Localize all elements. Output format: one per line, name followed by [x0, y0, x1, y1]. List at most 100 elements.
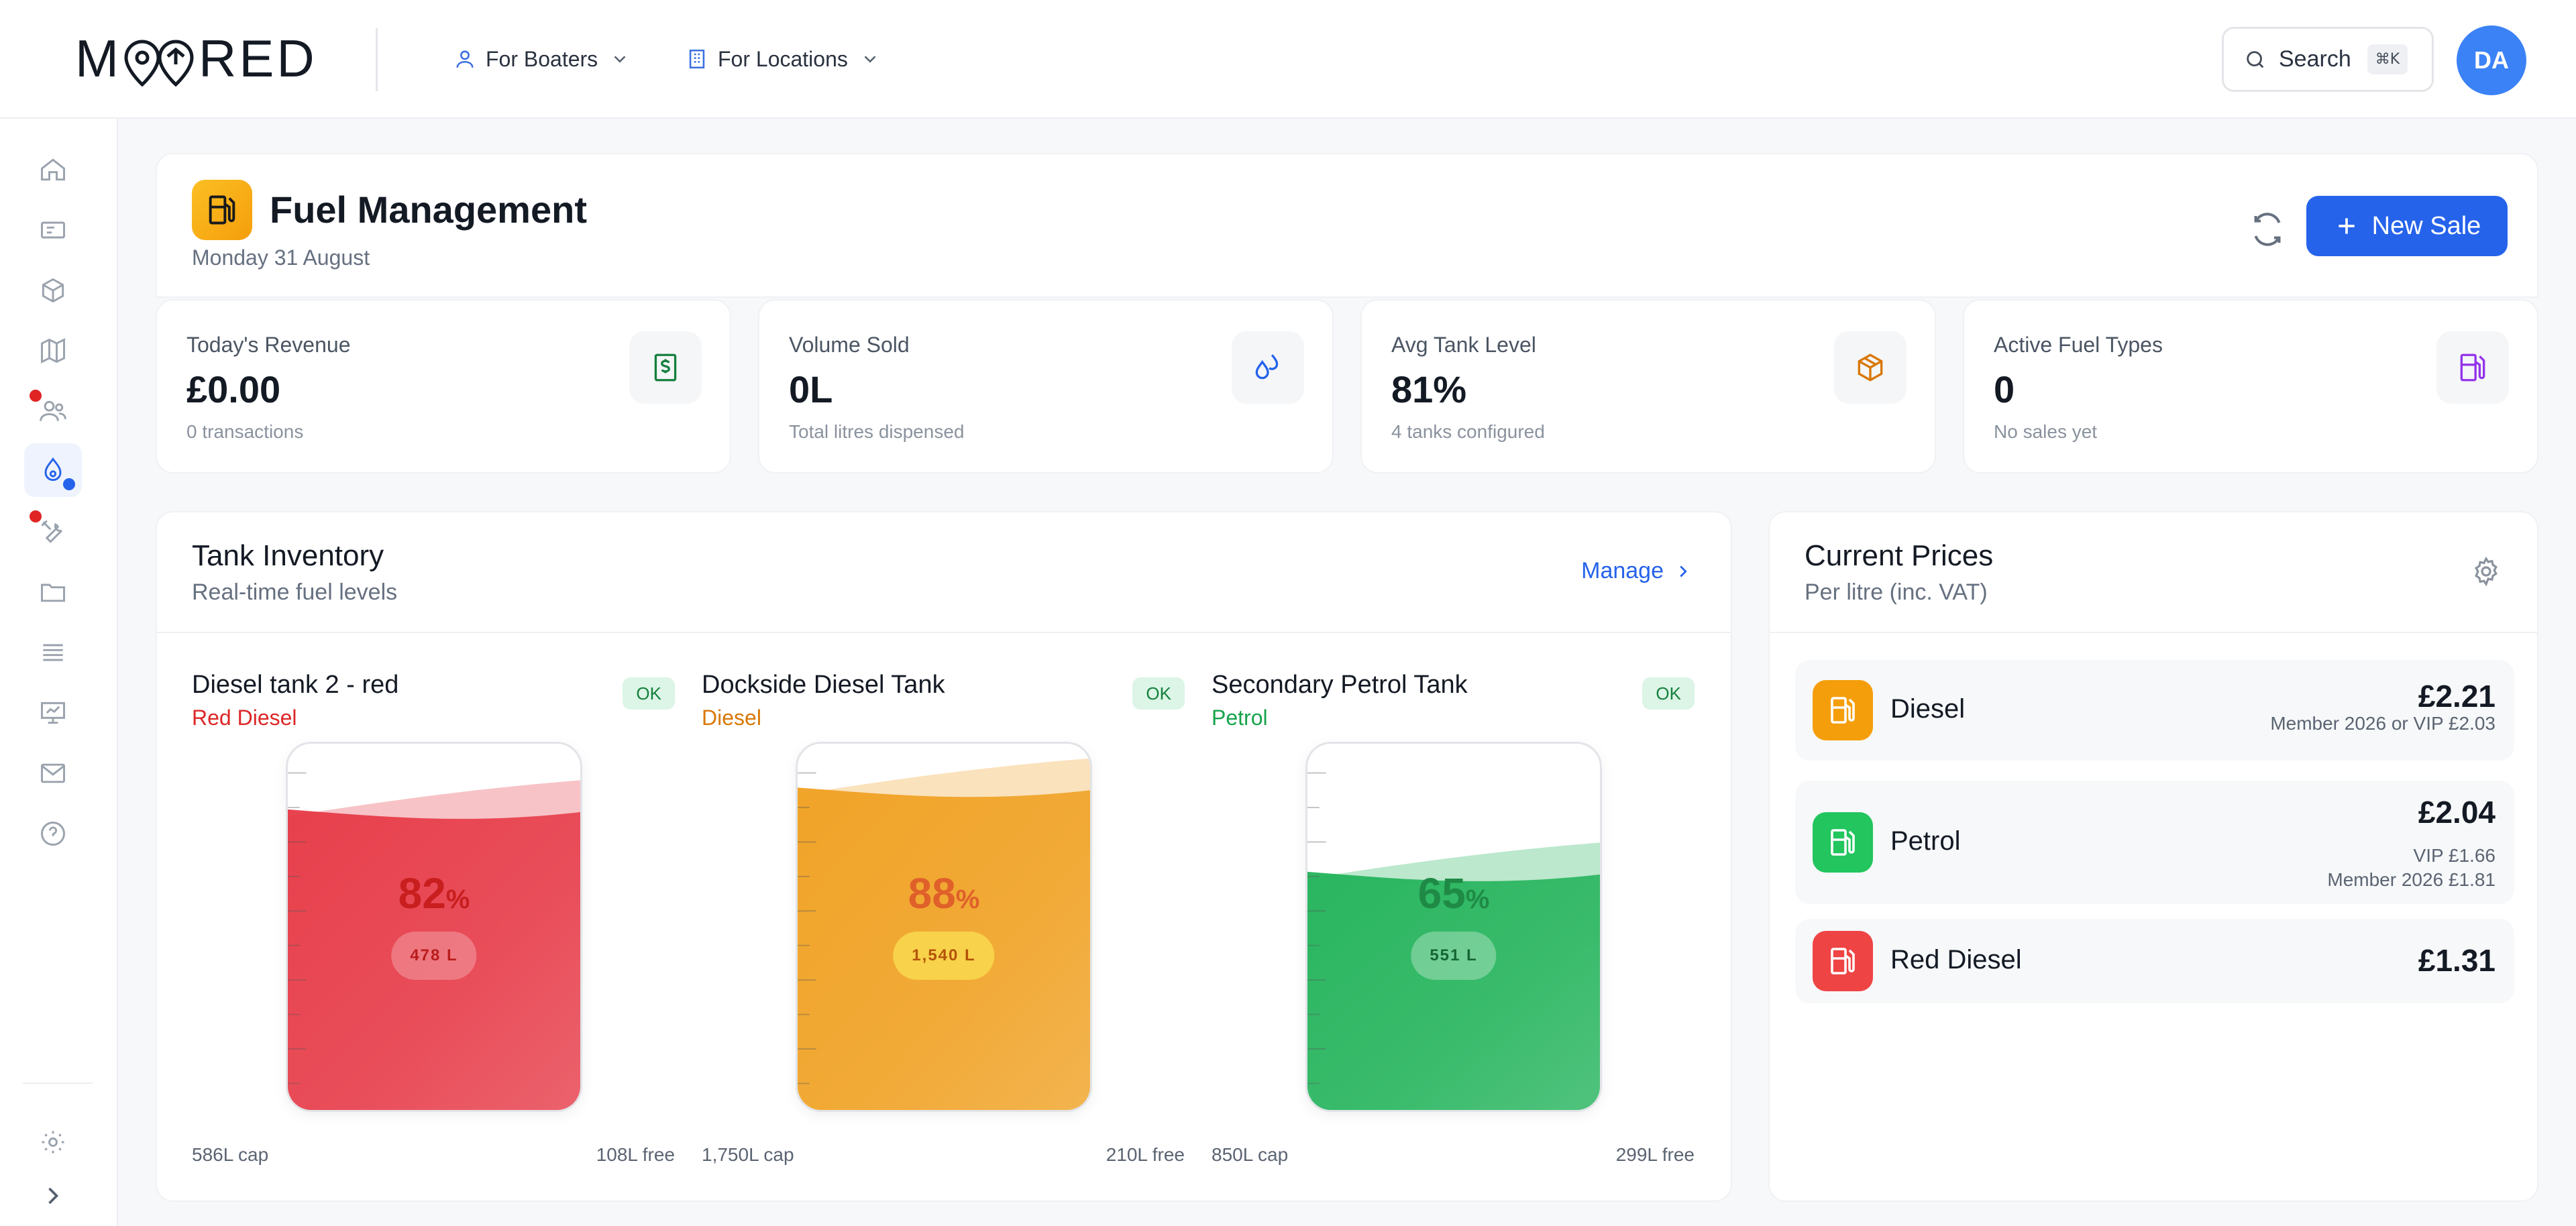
search-button[interactable]: Search ⌘K [2222, 27, 2434, 92]
fuel-pump-icon [2436, 331, 2509, 404]
tank-status-badge: OK [623, 677, 675, 710]
nav-for-boaters[interactable]: For Boaters [453, 40, 630, 78]
sidebar-settings[interactable] [24, 1115, 82, 1169]
nav-for-locations[interactable]: For Locations [686, 40, 880, 78]
sidebar-item-home[interactable] [24, 143, 82, 197]
stat-card-revenue: Today's Revenue £0.00 0 transactions [156, 299, 731, 473]
sidebar-item-lists[interactable] [24, 626, 82, 679]
price-row[interactable]: Diesel £2.21 Member 2026 or VIP £2.03 [1795, 660, 2514, 761]
page-title: Fuel Management [270, 188, 587, 231]
prices-subtitle: Per litre (inc. VAT) [1805, 579, 1988, 605]
sidebar-item-tickets[interactable] [24, 203, 82, 257]
manage-tanks-link[interactable]: Manage [1581, 558, 1693, 584]
panel-divider [157, 632, 1731, 633]
stat-card-tank-level: Avg Tank Level 81% 4 tanks configured [1360, 299, 1936, 473]
stat-card-volume: Volume Sold 0L Total litres dispensed [758, 299, 1334, 473]
svg-text:RED: RED [199, 30, 317, 88]
sidebar [0, 119, 118, 1226]
tank-fill-graphic [288, 772, 580, 1110]
sidebar-item-help[interactable] [24, 807, 82, 860]
user-avatar[interactable]: DA [2457, 25, 2526, 95]
nav-for-locations-label: For Locations [718, 46, 848, 71]
tank-fill-graphic [1307, 772, 1600, 1110]
tank-level-percent: 82% [398, 869, 470, 917]
stat-label: Today's Revenue [186, 333, 351, 357]
new-sale-button[interactable]: New Sale [2306, 196, 2508, 256]
chevron-down-icon [614, 56, 626, 63]
sidebar-divider [23, 1082, 93, 1084]
search-icon [2247, 50, 2264, 68]
stat-value: 0L [789, 368, 833, 410]
home-icon [41, 158, 65, 181]
moored-logo[interactable]: M RED [75, 30, 323, 90]
sidebar-item-users[interactable] [24, 384, 82, 438]
mail-icon [41, 763, 65, 783]
stat-card-fuel-types: Active Fuel Types 0 No sales yet [1963, 299, 2538, 473]
fuel-pump-icon [1813, 931, 1873, 991]
tank-inventory-subtitle: Real-time fuel levels [192, 579, 398, 605]
stat-label: Avg Tank Level [1391, 333, 1536, 357]
search-shortcut: ⌘K [2367, 44, 2408, 74]
fuel-pump-icon [192, 180, 252, 240]
building-icon [689, 49, 705, 69]
plus-icon [2339, 218, 2355, 234]
chevron-right-icon [48, 1187, 59, 1205]
fuel-price: £1.31 [2418, 943, 2496, 978]
tank-card[interactable]: Secondary Petrol Tank Petrol OK 65% 551 … [1212, 671, 1695, 1180]
tank-name: Diesel tank 2 - red [192, 671, 399, 699]
tank-fill-graphic [798, 758, 1090, 1110]
notification-dot [30, 510, 42, 522]
price-settings-button[interactable] [2470, 555, 2502, 588]
sidebar-item-inventory[interactable] [24, 264, 82, 317]
fuel-name: Red Diesel [1890, 945, 2022, 974]
top-bar: M RED For Boaters For Locations Search ⌘… [0, 0, 2576, 119]
price-row[interactable]: Red Diesel £1.31 [1795, 919, 2514, 1003]
sidebar-item-reports[interactable] [24, 686, 82, 740]
ticket-icon [41, 221, 65, 239]
tank-free-space: 210L free [1106, 1144, 1185, 1165]
tank-name: Secondary Petrol Tank [1212, 671, 1468, 699]
tank-fuel-type: Diesel [702, 706, 761, 730]
fuel-pump-icon [1813, 812, 1873, 873]
panel-divider [1770, 632, 2537, 633]
stat-sub: Total litres dispensed [789, 421, 965, 442]
tank-free-space: 108L free [596, 1144, 675, 1165]
sidebar-item-documents[interactable] [24, 565, 82, 619]
sidebar-item-map[interactable] [24, 324, 82, 378]
refresh-icon [2254, 213, 2281, 246]
list-icon [43, 644, 63, 661]
fuel-price: £2.21 [2418, 679, 2496, 714]
users-icon [40, 400, 66, 421]
nav-for-boaters-label: For Boaters [486, 46, 598, 71]
fuel-name: Petrol [1890, 826, 1961, 856]
price-note: Member 2026 £1.81 [2327, 869, 2496, 890]
page-date: Monday 31 August [192, 245, 370, 270]
active-indicator-dot [63, 478, 75, 490]
refresh-button[interactable] [2247, 209, 2288, 249]
page-header: Fuel Management Monday 31 August New Sal… [156, 153, 2538, 298]
tank-litres-badge: 1,540 L [893, 932, 995, 980]
fuel-pump-icon [1813, 680, 1873, 740]
sidebar-item-maintenance[interactable] [24, 505, 82, 559]
tank-gauge: 65% 551 L [1305, 742, 1602, 1112]
sidebar-expand[interactable] [24, 1169, 82, 1223]
chevron-down-icon [864, 56, 876, 63]
tank-card[interactable]: Dockside Diesel Tank Diesel OK 88% 1,540… [702, 671, 1185, 1180]
tank-card[interactable]: Diesel tank 2 - red Red Diesel OK 82% 47… [192, 671, 675, 1180]
moored-logo-mark: M RED [75, 30, 317, 88]
tank-level-percent: 65% [1417, 869, 1490, 917]
tank-status-badge: OK [1132, 677, 1185, 710]
price-row[interactable]: Petrol £2.04 VIP £1.66 Member 2026 £1.81 [1795, 781, 2514, 904]
tank-name: Dockside Diesel Tank [702, 671, 945, 699]
sidebar-item-messages[interactable] [24, 746, 82, 800]
stat-label: Active Fuel Types [1994, 333, 2163, 357]
search-label: Search [2279, 46, 2351, 72]
tank-capacity: 1,750L cap [702, 1144, 794, 1165]
sidebar-item-fuel[interactable] [24, 443, 82, 497]
price-note: Member 2026 or VIP £2.03 [2270, 713, 2496, 734]
stat-sub: 4 tanks configured [1391, 421, 1545, 442]
tank-gauge: 88% 1,540 L [796, 742, 1092, 1112]
tank-level-percent: 88% [908, 869, 980, 917]
tank-gauge: 82% 478 L [286, 742, 582, 1112]
manage-label: Manage [1581, 558, 1664, 583]
